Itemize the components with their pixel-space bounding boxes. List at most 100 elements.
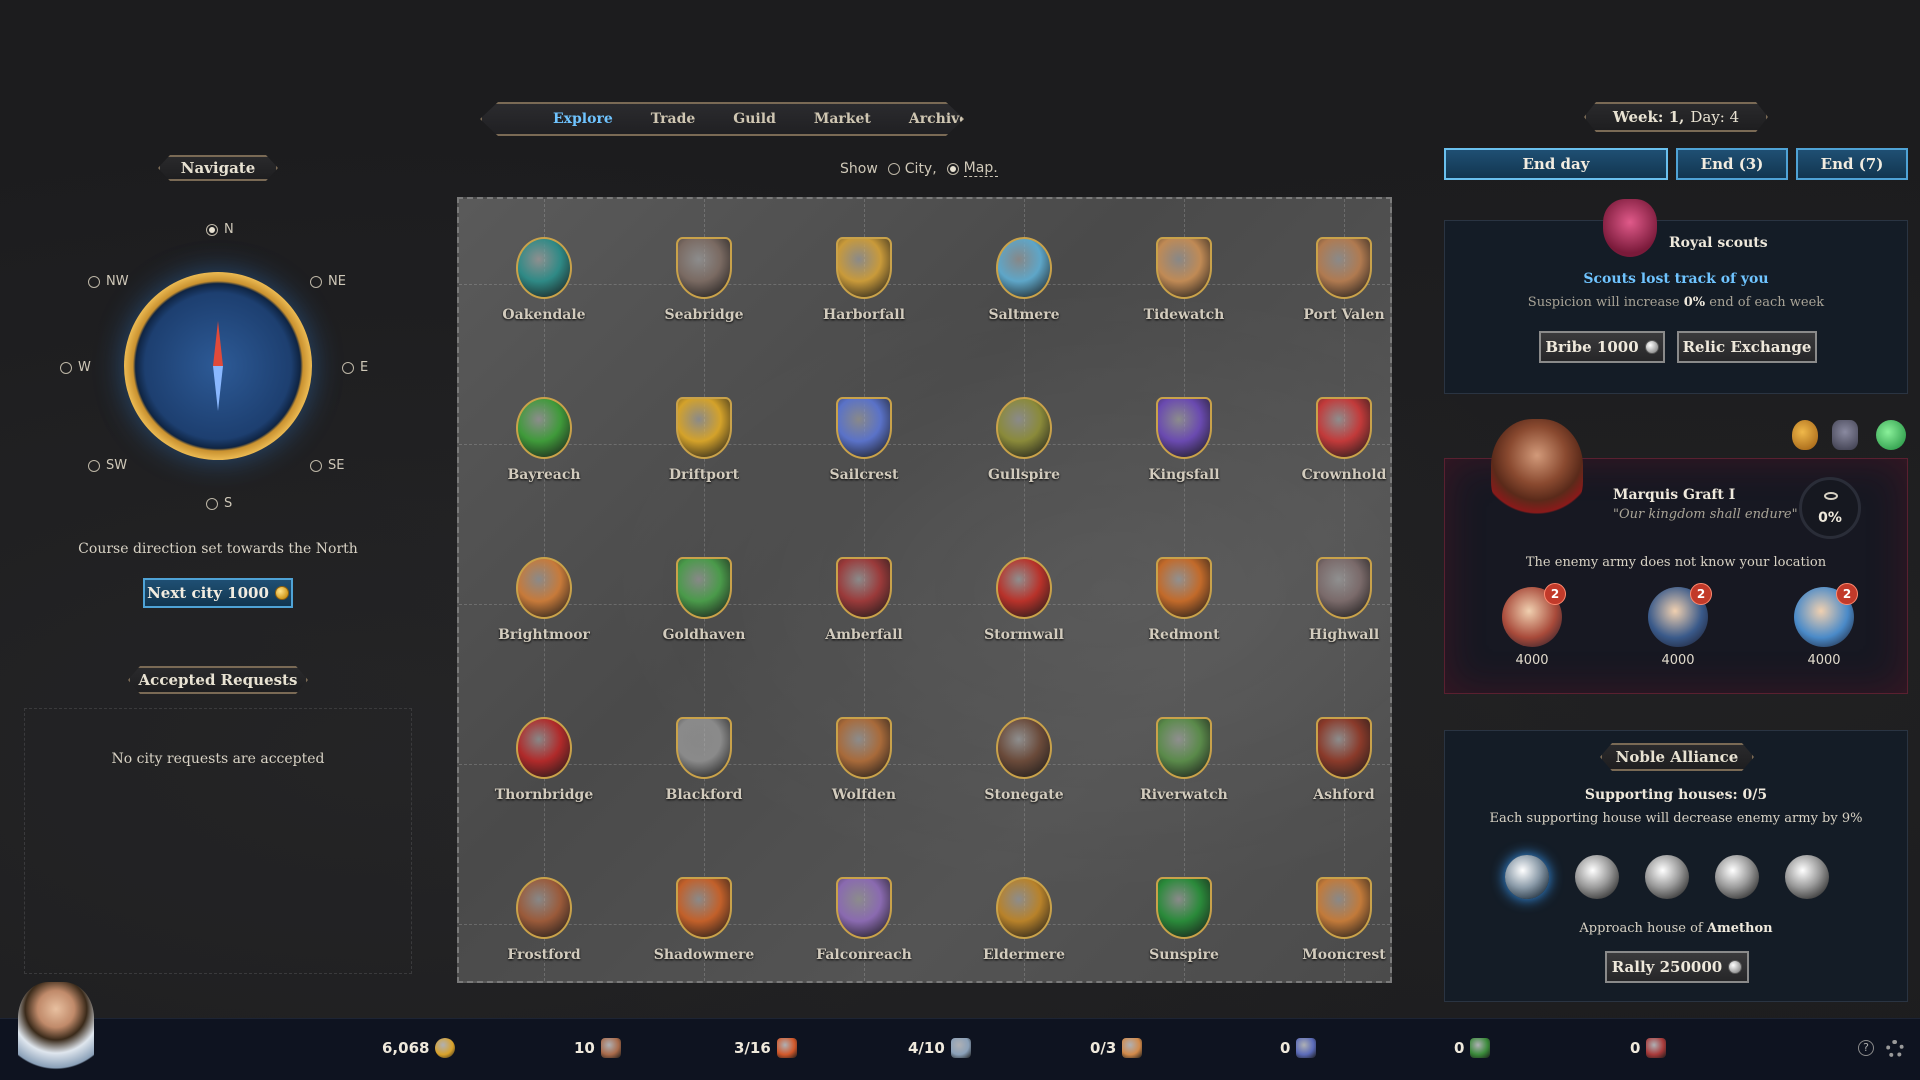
radio-ne[interactable] — [310, 275, 322, 288]
city-tidewatch[interactable]: Tidewatch — [1109, 237, 1259, 323]
direction-nw-label: NW — [106, 274, 129, 289]
bribe-button[interactable]: Bribe 1000 — [1539, 331, 1665, 363]
house-ring-5-icon[interactable] — [1785, 855, 1829, 899]
resource-crossed-swords[interactable]: 0 — [1280, 1038, 1317, 1058]
city-seabridge[interactable]: Seabridge — [629, 237, 779, 323]
city-driftport[interactable]: Driftport — [629, 397, 779, 483]
show-map-option[interactable]: Map. — [946, 160, 998, 177]
crossed-swords-icon — [1296, 1038, 1317, 1058]
direction-e[interactable]: E — [342, 360, 368, 375]
direction-s[interactable]: S — [206, 496, 232, 511]
resource-value: 3/16 — [734, 1039, 771, 1057]
settings-gear-icon[interactable] — [1886, 1040, 1904, 1058]
bribe-label: Bribe 1000 — [1545, 338, 1639, 356]
city-brightmoor[interactable]: Brightmoor — [469, 557, 619, 643]
city-kingsfall[interactable]: Kingsfall — [1109, 397, 1259, 483]
city-harborfall[interactable]: Harborfall — [789, 237, 939, 323]
house-ring-1-icon[interactable] — [1505, 855, 1549, 899]
radio-sw[interactable] — [88, 459, 100, 472]
end-day-button[interactable]: End day — [1444, 148, 1668, 180]
map-radio[interactable] — [946, 162, 959, 175]
resource-value: 6,068 — [382, 1039, 430, 1057]
enemy-unit[interactable]: 2 4000 — [1487, 583, 1577, 668]
end-3-button[interactable]: End (3) — [1676, 148, 1788, 180]
show-city-option[interactable]: City, — [887, 161, 937, 177]
resource-herb[interactable]: 0 — [1454, 1038, 1491, 1058]
help-icon[interactable]: ? — [1858, 1040, 1874, 1056]
city-ashford[interactable]: Ashford — [1269, 717, 1419, 803]
city-crest-icon — [836, 237, 892, 299]
city-thornbridge[interactable]: Thornbridge — [469, 717, 619, 803]
end-7-button[interactable]: End (7) — [1796, 148, 1908, 180]
city-amberfall[interactable]: Amberfall — [789, 557, 939, 643]
city-wolfden[interactable]: Wolfden — [789, 717, 939, 803]
city-crownhold[interactable]: Crownhold — [1269, 397, 1419, 483]
direction-n[interactable]: N — [206, 222, 234, 237]
city-name: Sunspire — [1149, 947, 1219, 963]
direction-se[interactable]: SE — [310, 458, 344, 473]
direction-ne[interactable]: NE — [310, 274, 346, 289]
city-name: Goldhaven — [662, 627, 746, 643]
tab-market[interactable]: Market — [795, 111, 890, 127]
house-ring-3-icon[interactable] — [1645, 855, 1689, 899]
city-crest-icon — [1316, 237, 1372, 299]
city-radio[interactable] — [887, 162, 900, 175]
tab-guild[interactable]: Guild — [714, 111, 795, 127]
radio-nw[interactable] — [88, 275, 100, 288]
city-stonegate[interactable]: Stonegate — [949, 717, 1099, 803]
herb-bonus-icon[interactable] — [1876, 420, 1906, 450]
city-sunspire[interactable]: Sunspire — [1109, 877, 1259, 963]
rally-button[interactable]: Rally 250000 — [1605, 951, 1749, 983]
tab-trade[interactable]: Trade — [632, 111, 715, 127]
enemy-unit[interactable]: 2 4000 — [1633, 583, 1723, 668]
radio-n[interactable] — [206, 223, 218, 236]
tab-explore[interactable]: Explore — [534, 111, 632, 127]
city-port-valen[interactable]: Port Valen — [1269, 237, 1419, 323]
compass-icon — [124, 272, 312, 460]
city-riverwatch[interactable]: Riverwatch — [1109, 717, 1259, 803]
radio-s[interactable] — [206, 497, 218, 510]
city-crest-icon — [1156, 397, 1212, 459]
resource-gold-coin[interactable]: 6,068 — [382, 1038, 456, 1058]
direction-w[interactable]: W — [60, 360, 91, 375]
city-stormwall[interactable]: Stormwall — [949, 557, 1099, 643]
relic-exchange-button[interactable]: Relic Exchange — [1677, 331, 1817, 363]
city-redmont[interactable]: Redmont — [1109, 557, 1259, 643]
direction-sw[interactable]: SW — [88, 458, 127, 473]
resource-map-scroll[interactable]: 4/10 — [908, 1038, 971, 1058]
house-ring-2-icon[interactable] — [1575, 855, 1619, 899]
city-blackford[interactable]: Blackford — [629, 717, 779, 803]
house-ring-4-icon[interactable] — [1715, 855, 1759, 899]
direction-nw[interactable]: NW — [88, 274, 129, 289]
city-name: Riverwatch — [1140, 787, 1228, 803]
city-oakendale[interactable]: Oakendale — [469, 237, 619, 323]
spy-icon[interactable] — [1832, 420, 1858, 450]
city-frostford[interactable]: Frostford — [469, 877, 619, 963]
city-bayreach[interactable]: Bayreach — [469, 397, 619, 483]
city-shadowmere[interactable]: Shadowmere — [629, 877, 779, 963]
marquis-portrait — [1491, 419, 1583, 523]
city-saltmere[interactable]: Saltmere — [949, 237, 1099, 323]
city-goldhaven[interactable]: Goldhaven — [629, 557, 779, 643]
noble-alliance-title: Noble Alliance — [1615, 748, 1739, 766]
radio-w[interactable] — [60, 361, 72, 374]
city-eldermere[interactable]: Eldermere — [949, 877, 1099, 963]
next-city-button[interactable]: Next city 1000 — [143, 578, 293, 608]
city-crest-icon — [996, 237, 1052, 299]
enemy-unit[interactable]: 2 4000 — [1779, 583, 1869, 668]
city-falconreach[interactable]: Falconreach — [789, 877, 939, 963]
player-avatar[interactable] — [18, 982, 94, 1072]
city-gullspire[interactable]: Gullspire — [949, 397, 1099, 483]
radio-se[interactable] — [310, 459, 322, 472]
gold-pouch-icon[interactable] — [1792, 420, 1818, 450]
radio-e[interactable] — [342, 361, 354, 374]
city-mooncrest[interactable]: Mooncrest — [1269, 877, 1419, 963]
suspicion-percent: 0% — [1683, 295, 1706, 310]
resource-cargo-crate[interactable]: 3/16 — [734, 1038, 797, 1058]
resource-ore[interactable]: 0 — [1630, 1038, 1667, 1058]
city-highwall[interactable]: Highwall — [1269, 557, 1419, 643]
city-sailcrest[interactable]: Sailcrest — [789, 397, 939, 483]
city-name: Highwall — [1308, 627, 1380, 643]
resource-crew[interactable]: 10 — [574, 1038, 621, 1058]
resource-key[interactable]: 0/3 — [1090, 1038, 1143, 1058]
